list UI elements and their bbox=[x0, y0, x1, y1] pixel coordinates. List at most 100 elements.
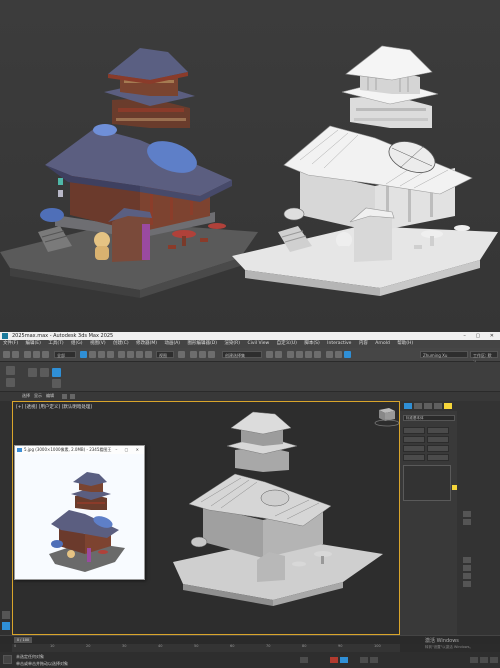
set-key-button[interactable] bbox=[340, 657, 348, 663]
viewcube-icon[interactable] bbox=[374, 408, 399, 427]
ribbon-icon-d[interactable] bbox=[40, 368, 49, 377]
tick-30: 30 bbox=[122, 644, 127, 648]
bind-icon[interactable] bbox=[42, 351, 49, 358]
layer-icon[interactable] bbox=[287, 351, 294, 358]
select-by-name-icon[interactable] bbox=[89, 351, 96, 358]
zoom-icon[interactable] bbox=[470, 657, 478, 663]
side-icon-b[interactable] bbox=[463, 519, 471, 525]
menu-graph-editors[interactable]: 图形编辑器(D) bbox=[187, 341, 216, 346]
move-icon[interactable] bbox=[118, 351, 125, 358]
selection-filter[interactable]: 全部 bbox=[54, 351, 76, 358]
object-button-1[interactable] bbox=[403, 427, 425, 434]
object-button-2[interactable] bbox=[427, 427, 449, 434]
menu-content[interactable]: 内容 bbox=[359, 341, 368, 346]
ribbon-tab-select[interactable]: 选择 bbox=[22, 393, 30, 399]
menu-modifiers[interactable]: 修改器(M) bbox=[136, 341, 157, 346]
viewport-building bbox=[173, 411, 383, 606]
undo-icon[interactable] bbox=[3, 351, 10, 358]
render-setup-icon[interactable] bbox=[326, 351, 333, 358]
menu-create[interactable]: 创建(C) bbox=[113, 341, 129, 346]
menu-tools[interactable]: 工具(T) bbox=[48, 341, 63, 346]
explorer-icon-b[interactable] bbox=[70, 394, 75, 399]
motion-tab-icon[interactable] bbox=[434, 403, 442, 409]
explorer-icon-a[interactable] bbox=[62, 394, 67, 399]
coordinate-system[interactable]: 视图 bbox=[156, 351, 174, 358]
maxscript-listener-icon[interactable] bbox=[3, 655, 12, 664]
side-icon-c[interactable] bbox=[463, 557, 471, 563]
side-icon-f[interactable] bbox=[463, 581, 471, 587]
layer-toggle-icon[interactable] bbox=[2, 611, 10, 619]
object-button-7[interactable] bbox=[403, 454, 425, 461]
menu-customize[interactable]: 自定义(U) bbox=[277, 341, 297, 346]
hierarchy-tab-icon[interactable] bbox=[424, 403, 432, 409]
menu-scripting[interactable]: 脚本(S) bbox=[304, 341, 319, 346]
percent-snap-icon[interactable] bbox=[208, 351, 215, 358]
schematic-icon[interactable] bbox=[305, 351, 312, 358]
ribbon-icon-c[interactable] bbox=[28, 368, 37, 377]
curve-editor-icon[interactable] bbox=[296, 351, 303, 358]
ribbon-icon-e[interactable] bbox=[52, 368, 61, 377]
align-icon[interactable] bbox=[275, 351, 282, 358]
image-viewer-window[interactable]: 5.jpg (3000×1000像素, 2.0MB) - 2345看图王 – ▢… bbox=[14, 445, 145, 580]
scale-icon[interactable] bbox=[136, 351, 143, 358]
object-button-8[interactable] bbox=[427, 454, 449, 461]
menu-views[interactable]: 视图(V) bbox=[90, 341, 106, 346]
link-icon[interactable] bbox=[24, 351, 31, 358]
pan-icon[interactable] bbox=[490, 657, 498, 663]
display-tab-icon[interactable] bbox=[444, 403, 452, 409]
redo-icon[interactable] bbox=[12, 351, 19, 358]
ribbon-icon-f[interactable] bbox=[52, 379, 61, 388]
window-crossing-icon[interactable] bbox=[107, 351, 114, 358]
render-icon[interactable] bbox=[344, 351, 351, 358]
menu-arnold[interactable]: Arnold bbox=[375, 341, 390, 346]
object-button-6[interactable] bbox=[427, 445, 449, 452]
rotate-icon[interactable] bbox=[127, 351, 134, 358]
material-editor-icon[interactable] bbox=[314, 351, 321, 358]
ribbon-icon-b[interactable] bbox=[6, 378, 15, 387]
scene-toggle-icon[interactable] bbox=[2, 622, 10, 630]
side-icon-d[interactable] bbox=[463, 565, 471, 571]
track-bar[interactable]: 0 10 20 30 40 50 60 70 80 90 100 bbox=[12, 644, 400, 652]
menu-edit[interactable]: 编辑(E) bbox=[26, 341, 41, 346]
object-button-4[interactable] bbox=[427, 436, 449, 443]
auto-key-button[interactable] bbox=[330, 657, 338, 663]
select-object-icon[interactable] bbox=[80, 351, 87, 358]
menu-animation[interactable]: 动画(A) bbox=[164, 341, 180, 346]
time-slider-handle[interactable]: 0 / 100 bbox=[14, 637, 32, 643]
image-viewer-titlebar[interactable]: 5.jpg (3000×1000像素, 2.0MB) - 2345看图王 – ▢… bbox=[15, 446, 144, 454]
ribbon-icon-a[interactable] bbox=[6, 366, 15, 375]
menu-civil-view[interactable]: Civil View bbox=[247, 341, 269, 346]
unlink-icon[interactable] bbox=[33, 351, 40, 358]
menu-help[interactable]: 帮助(H) bbox=[397, 341, 413, 346]
snaps-icon[interactable] bbox=[190, 351, 197, 358]
workspace-dropdown[interactable]: 工作区: 默认 bbox=[470, 351, 498, 365]
side-icon-e[interactable] bbox=[463, 573, 471, 579]
named-selection-set[interactable]: 创建选择集 bbox=[222, 351, 262, 358]
menu-group[interactable]: 组(G) bbox=[71, 341, 83, 346]
next-frame-icon[interactable] bbox=[370, 657, 378, 663]
create-tab-icon[interactable] bbox=[404, 403, 412, 409]
tick-10: 10 bbox=[50, 644, 55, 648]
play-icon[interactable] bbox=[360, 657, 368, 663]
place-icon[interactable] bbox=[145, 351, 152, 358]
mirror-icon[interactable] bbox=[266, 351, 273, 358]
menu-file[interactable]: 文件(F) bbox=[3, 341, 18, 346]
object-button-5[interactable] bbox=[403, 445, 425, 452]
render-frame-icon[interactable] bbox=[335, 351, 342, 358]
object-button-3[interactable] bbox=[403, 436, 425, 443]
user-account[interactable]: Zhuming Xu bbox=[420, 351, 468, 358]
image-viewer-controls[interactable]: – ▢ ✕ bbox=[115, 446, 142, 454]
lock-selection-icon[interactable] bbox=[300, 657, 308, 663]
orbit-icon[interactable] bbox=[480, 657, 488, 663]
menu-rendering[interactable]: 渲染(R) bbox=[224, 341, 240, 346]
window-controls[interactable]: – ▢ ✕ bbox=[463, 332, 498, 340]
modify-tab-icon[interactable] bbox=[414, 403, 422, 409]
side-icon-a[interactable] bbox=[463, 511, 471, 517]
pivot-icon[interactable] bbox=[178, 351, 185, 358]
rect-select-icon[interactable] bbox=[98, 351, 105, 358]
ribbon-tab-edit[interactable]: 编辑 bbox=[46, 393, 54, 399]
menu-interactive[interactable]: Interactive bbox=[327, 341, 351, 346]
object-type-dropdown[interactable]: 标准基本体 bbox=[403, 415, 455, 421]
ribbon-tab-display[interactable]: 显示 bbox=[34, 393, 42, 399]
angle-snap-icon[interactable] bbox=[199, 351, 206, 358]
